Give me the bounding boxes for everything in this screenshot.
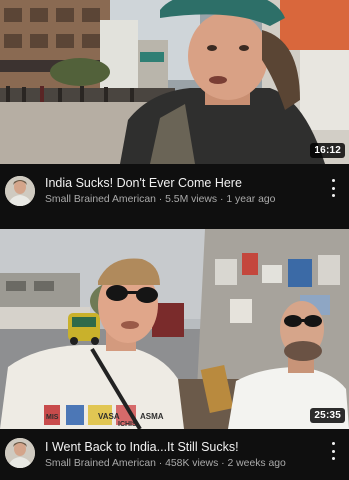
channel-avatar[interactable] xyxy=(5,176,35,206)
video-duration-badge: 25:35 xyxy=(310,408,345,423)
video-subline: Small Brained American · 5.5M views · 1 … xyxy=(45,193,321,207)
thumbnail-image xyxy=(0,0,349,164)
channel-avatar-icon xyxy=(5,176,35,206)
video-title[interactable]: I Went Back to India...It Still Sucks! xyxy=(45,440,321,455)
video-duration-badge: 16:12 xyxy=(310,143,345,158)
video-title[interactable]: India Sucks! Don't Ever Come Here xyxy=(45,176,321,191)
video-card[interactable]: 16:12 India Sucks! Don't Ever Come Here … xyxy=(0,0,349,226)
video-meta: I Went Back to India...It Still Sucks! S… xyxy=(0,429,349,480)
channel-name[interactable]: Small Brained American xyxy=(45,194,156,205)
three-dots-vertical-icon[interactable] xyxy=(327,178,339,198)
separator: · xyxy=(155,194,166,205)
video-meta: India Sucks! Don't Ever Come Here Small … xyxy=(0,164,349,226)
video-subline: Small Brained American · 458K views · 2 … xyxy=(45,457,321,471)
view-count: 5.5M views xyxy=(165,194,218,205)
video-thumbnail[interactable]: 16:12 xyxy=(0,0,349,164)
channel-avatar-icon xyxy=(5,438,35,468)
video-thumbnail[interactable]: VASA MIS ICHIS ASMA 25:35 xyxy=(0,229,349,429)
separator: · xyxy=(217,194,227,205)
video-card[interactable]: VASA MIS ICHIS ASMA 25:35 I Went Back to… xyxy=(0,229,349,480)
channel-name[interactable]: Small Brained American xyxy=(45,458,156,469)
shirt-print-text: MIS xyxy=(46,414,59,421)
shirt-print-text: VASA xyxy=(98,412,120,421)
channel-avatar[interactable] xyxy=(5,438,35,468)
three-dots-vertical-icon[interactable] xyxy=(327,441,339,461)
separator: · xyxy=(218,458,228,469)
upload-age: 2 weeks ago xyxy=(227,458,286,469)
view-count: 458K views xyxy=(165,458,219,469)
upload-age: 1 year ago xyxy=(226,194,276,205)
thumbnail-image: VASA MIS ICHIS ASMA xyxy=(0,229,349,429)
separator: · xyxy=(155,458,166,469)
shirt-print-text: ASMA xyxy=(140,412,164,421)
